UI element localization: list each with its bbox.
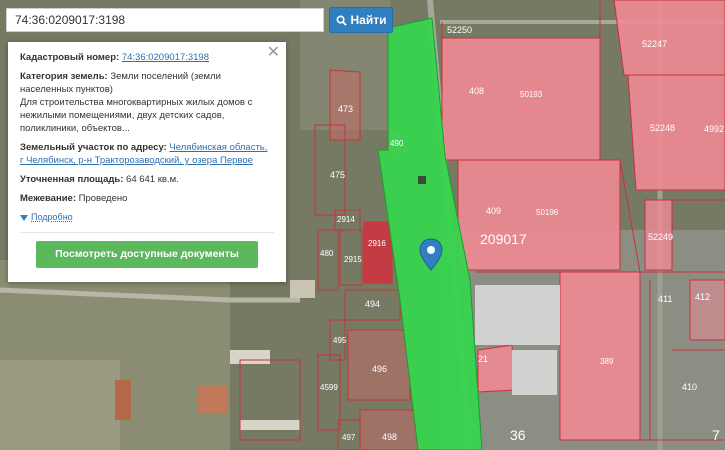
category-label: Категория земель:	[20, 71, 108, 82]
survey-row: Межевание: Проведено	[20, 192, 274, 205]
map-label: 411	[658, 294, 672, 304]
map-label: 497	[342, 433, 356, 442]
area-value: 64 641 кв.м.	[126, 174, 179, 185]
survey-value: Проведено	[78, 193, 128, 204]
search-button[interactable]: Найти	[329, 7, 393, 33]
parcel-2916[interactable]	[363, 221, 393, 284]
map-label: 480	[320, 249, 334, 258]
address-row: Земельный участок по адресу: Челябинская…	[20, 141, 274, 167]
building	[198, 385, 228, 413]
structure	[418, 176, 426, 184]
map-label: 490	[390, 139, 404, 148]
map-label: 50193	[520, 90, 543, 99]
map-label: 409	[486, 206, 501, 216]
map-label: 4992	[704, 124, 724, 134]
search-input[interactable]	[6, 8, 324, 32]
map-label: 473	[338, 104, 353, 114]
map-label: 412	[695, 292, 710, 302]
parcel-21[interactable]	[477, 344, 516, 393]
map-label: 52247	[642, 39, 667, 49]
map-label: 50196	[536, 208, 559, 217]
divider	[20, 232, 274, 233]
map-label: 36	[510, 427, 526, 443]
map-label: 495	[333, 336, 347, 345]
map-label: 498	[382, 432, 397, 442]
map-label: 52250	[447, 25, 472, 35]
caret-down-icon	[20, 214, 28, 221]
greenhouse	[512, 350, 557, 395]
more-details-label: Подробно	[31, 212, 73, 222]
area-row: Уточненная площадь: 64 641 кв.м.	[20, 173, 274, 186]
map-label: 2915	[344, 255, 362, 264]
parcel-412[interactable]	[689, 279, 725, 341]
building	[230, 350, 270, 364]
category-row: Категория земель: Земли поселений (земли…	[20, 70, 274, 135]
cadastral-label: Кадастровый номер:	[20, 52, 120, 63]
cadastral-number-link[interactable]: 74:36:0209017:3198	[122, 52, 209, 63]
parcel-498[interactable]	[359, 409, 419, 450]
greenhouse	[475, 285, 560, 345]
map-label: 21	[478, 354, 488, 364]
purpose-text: Для строительства многоквартирных жилых …	[20, 97, 253, 134]
map-label: 7	[712, 427, 720, 443]
address-label: Земельный участок по адресу:	[20, 142, 167, 153]
cadastral-row: Кадастровый номер: 74:36:0209017:3198	[20, 51, 274, 64]
address-link-1[interactable]: Челябинская область,	[169, 142, 267, 153]
parcel-389[interactable]	[559, 271, 641, 441]
building	[290, 280, 315, 298]
map-label: 2914	[337, 215, 355, 224]
map-label: 52249	[648, 232, 673, 242]
view-documents-button[interactable]: Посмотреть доступные документы	[36, 241, 258, 268]
parcel-info-panel: ✕ Кадастровый номер: 74:36:0209017:3198 …	[8, 42, 286, 282]
map-label: 496	[372, 364, 387, 374]
building	[240, 420, 300, 430]
map-label: 52248	[650, 123, 675, 133]
map-label: 389	[600, 357, 614, 366]
terrain-area	[0, 360, 120, 450]
address-link-2[interactable]: г Челябинск, р-н Тракторозаводский, у оз…	[20, 155, 253, 166]
map-label: 209017	[480, 231, 527, 247]
survey-label: Межевание:	[20, 193, 76, 204]
building	[115, 380, 131, 420]
more-details-toggle[interactable]: Подробно	[20, 211, 274, 224]
close-icon[interactable]: ✕	[267, 45, 280, 61]
area-label: Уточненная площадь:	[20, 174, 124, 185]
parcel-408[interactable]	[441, 37, 601, 161]
map-label: 494	[365, 299, 380, 309]
parcel-52247[interactable]	[613, 0, 725, 76]
map-label: 2916	[368, 239, 386, 248]
map-label: 4599	[320, 383, 338, 392]
map-label: 475	[330, 170, 345, 180]
map-label: 410	[682, 382, 697, 392]
search-button-label: Найти	[350, 13, 387, 27]
map-label: 408	[469, 86, 484, 96]
search-icon	[336, 15, 347, 26]
